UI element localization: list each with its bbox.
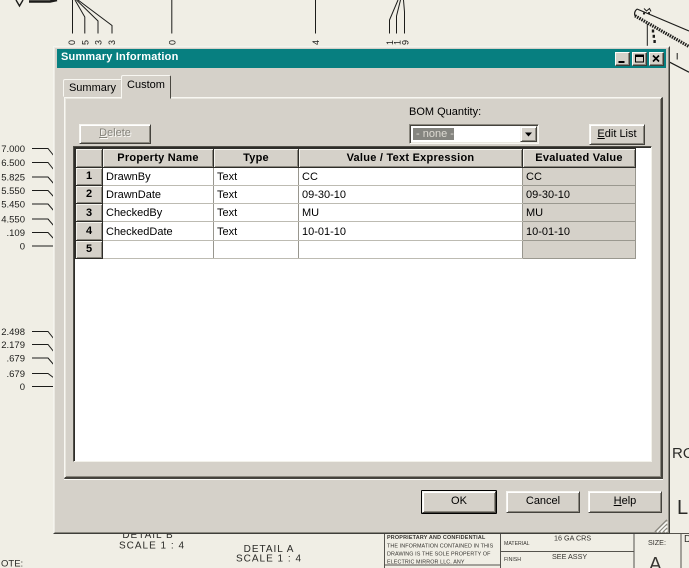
svg-text:PROPRIETARY AND CONFIDENTIAL: PROPRIETARY AND CONFIDENTIAL	[387, 535, 486, 541]
svg-text:.679: .679	[7, 369, 26, 380]
svg-text:3: 3	[94, 40, 104, 45]
svg-text:THE INFORMATION CONTAINED IN T: THE INFORMATION CONTAINED IN THIS	[387, 544, 494, 550]
svg-text:A: A	[649, 555, 662, 568]
svg-text:3: 3	[107, 40, 117, 45]
svg-text:L: L	[677, 497, 688, 519]
svg-text:SIZE:: SIZE:	[648, 538, 666, 547]
svg-text:MATERIAL: MATERIAL	[504, 541, 530, 547]
svg-text:2.179: 2.179	[1, 340, 25, 351]
svg-text:9: 9	[401, 40, 411, 45]
svg-text:.109: .109	[7, 228, 26, 239]
svg-text:5.550: 5.550	[1, 186, 25, 197]
svg-text:OTE:: OTE:	[1, 559, 23, 568]
svg-text:.679: .679	[7, 354, 26, 365]
svg-text:7.000: 7.000	[1, 144, 25, 155]
svg-text:5.825: 5.825	[1, 173, 25, 184]
svg-text:0: 0	[168, 40, 178, 45]
svg-text:SCALE 1 : 4: SCALE 1 : 4	[236, 554, 302, 565]
svg-text:0: 0	[67, 40, 77, 45]
svg-text:DRAWING IS THE SOLE PROPERTY O: DRAWING IS THE SOLE PROPERTY OF	[387, 552, 491, 558]
svg-text:5: 5	[81, 40, 91, 45]
svg-text:2.498: 2.498	[1, 327, 25, 338]
svg-text:16 GA CRS: 16 GA CRS	[554, 534, 591, 543]
svg-text:ELECTRIC MIRROR LLC. ANY: ELECTRIC MIRROR LLC. ANY	[387, 560, 465, 566]
svg-text:0: 0	[20, 382, 25, 393]
svg-text:4: 4	[311, 40, 321, 45]
svg-text:SEE ASSY: SEE ASSY	[552, 552, 587, 561]
svg-text:RO: RO	[672, 445, 689, 462]
svg-text:D: D	[684, 534, 689, 545]
svg-text:0: 0	[20, 242, 25, 253]
svg-text:FINISH: FINISH	[504, 557, 521, 563]
svg-text:5.450: 5.450	[1, 200, 25, 211]
svg-text:4.550: 4.550	[1, 215, 25, 226]
svg-text:SCALE 1 : 4: SCALE 1 : 4	[119, 541, 185, 552]
svg-text:6.500: 6.500	[1, 158, 25, 169]
